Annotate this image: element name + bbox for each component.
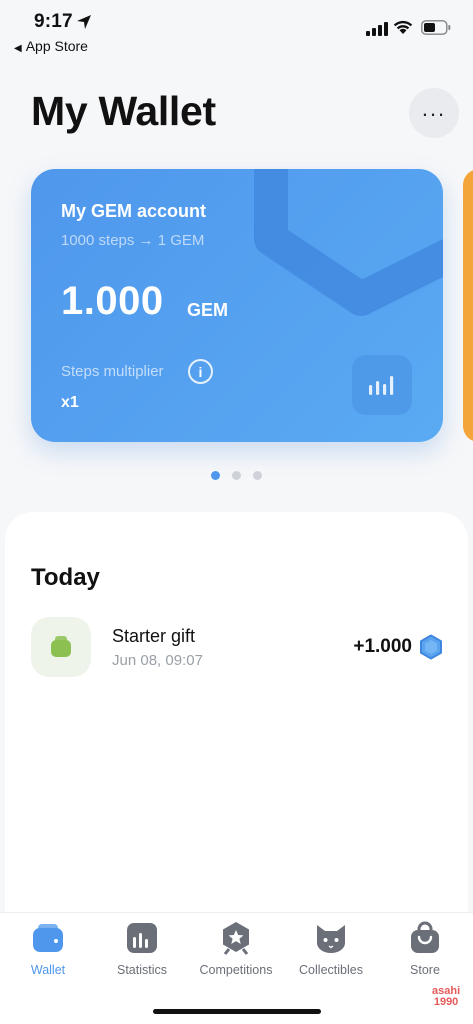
info-glyph: i — [198, 363, 203, 380]
gem-balance: 1.000 — [61, 279, 164, 323]
more-dots-icon: ... — [421, 96, 447, 121]
cellular-signal-icon — [366, 22, 388, 36]
tab-competitions[interactable]: Competitions — [191, 921, 281, 977]
info-icon[interactable]: i — [188, 359, 213, 384]
gem-icon — [420, 634, 442, 660]
tab-label: Collectibles — [299, 963, 363, 977]
tab-collectibles[interactable]: Collectibles — [286, 921, 376, 977]
cat-icon — [317, 925, 345, 953]
bar-chart-icon — [369, 376, 394, 395]
back-app-label: App Store — [25, 38, 88, 54]
pager-dot[interactable] — [232, 471, 241, 480]
battery-icon — [421, 20, 451, 35]
steps-multiplier-label: Steps multiplier — [61, 363, 164, 380]
watermark-line2: 1990 — [433, 996, 459, 1008]
tab-statistics[interactable]: Statistics — [97, 921, 187, 977]
wallet-icon — [33, 924, 63, 952]
wallet-icon — [51, 636, 71, 657]
tab-label: Statistics — [116, 963, 167, 977]
tab-label: Wallet — [30, 963, 66, 977]
pager-dot[interactable] — [253, 471, 262, 480]
watermark: asahi 1990 — [432, 986, 460, 1008]
location-arrow-icon — [77, 15, 91, 29]
wifi-icon — [393, 20, 413, 34]
tab-store[interactable]: Store — [380, 921, 470, 977]
back-to-app-store-link[interactable]: ◀ App Store — [14, 38, 88, 54]
shopping-bag-icon — [411, 921, 439, 953]
tab-bar: Wallet Statistics Competitions Collectib… — [0, 912, 473, 1024]
gem-unit: GEM — [187, 300, 229, 320]
steps-multiplier-value: x1 — [61, 394, 79, 411]
gem-account-card[interactable]: My GEM account 1000 steps → 1 GEM 1.000 … — [31, 169, 443, 442]
section-title-today: Today — [31, 564, 100, 591]
pager-dot[interactable] — [211, 471, 220, 480]
status-time: 9:17 — [34, 11, 73, 32]
star-badge-icon — [223, 922, 249, 955]
tab-label: Store — [410, 963, 440, 977]
home-indicator[interactable] — [153, 1009, 321, 1014]
transaction-icon-tile — [31, 617, 91, 677]
tab-label: Competitions — [199, 963, 273, 977]
card-title: My GEM account — [61, 201, 207, 221]
back-triangle-icon: ◀ — [14, 43, 22, 54]
tab-wallet[interactable]: Wallet — [3, 921, 93, 977]
page-title: My Wallet — [31, 88, 216, 134]
card-pager — [211, 471, 262, 480]
transaction-date: Jun 08, 09:07 — [112, 652, 203, 669]
bar-chart-icon — [127, 923, 157, 953]
status-bar: 9:17 ◀ App Store — [0, 0, 473, 60]
more-options-button[interactable]: ... — [409, 88, 459, 138]
card-statistics-button[interactable] — [352, 355, 412, 415]
conversion-rate: 1000 steps → 1 GEM — [61, 232, 205, 249]
transaction-name: Starter gift — [112, 626, 196, 646]
next-card-peek[interactable] — [463, 169, 473, 442]
transaction-amount: +1.000 — [353, 636, 412, 657]
transaction-row[interactable]: Starter gift Jun 08, 09:07 +1.000 — [31, 617, 446, 677]
